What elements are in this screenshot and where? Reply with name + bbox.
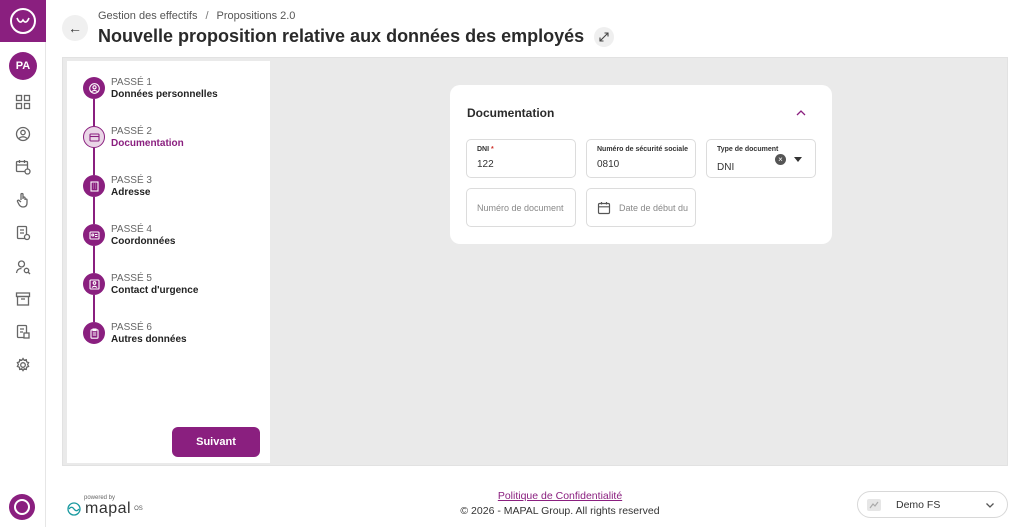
step-number: PASSÉ 5 [111, 273, 152, 284]
powered-by-logo: powered by mapal OS [66, 495, 143, 518]
page-title: Nouvelle proposition relative aux donnée… [98, 26, 585, 46]
stepper-panel: PASSÉ 1 Données personnelles PASSÉ 2 Doc… [67, 61, 270, 463]
step-number: PASSÉ 4 [111, 224, 152, 235]
side-rail: PA [0, 0, 46, 527]
step-label: Données personnelles [111, 89, 218, 100]
main-content: PASSÉ 1 Données personnelles PASSÉ 2 Doc… [62, 57, 1008, 466]
footer-center: Politique de Confidentialité © 2026 - MA… [440, 490, 680, 517]
company-name: Demo FS [896, 498, 941, 511]
step-3[interactable]: PASSÉ 3 Adresse [83, 175, 152, 199]
mapal-wave-icon [67, 502, 81, 516]
step-number: PASSÉ 6 [111, 322, 152, 333]
social-security-field[interactable]: Numéro de sécurité sociale 0810 [586, 139, 696, 178]
company-selector[interactable]: Demo FS [857, 491, 1008, 518]
step-5[interactable]: PASSÉ 5 Contact d'urgence [83, 273, 198, 297]
dni-field[interactable]: DNI * 122 [466, 139, 576, 178]
brand-name: mapal [85, 500, 132, 517]
start-date-input[interactable]: Date de début du [586, 188, 696, 227]
document-type-select[interactable]: Type de document DNI × [706, 139, 816, 178]
report-icon[interactable] [13, 322, 33, 342]
chevron-down-icon [986, 503, 994, 508]
documentation-card: Documentation DNI * 122 Numéro de sécuri… [450, 85, 832, 244]
social-security-label: Numéro de sécurité sociale [597, 146, 689, 153]
chevron-up-icon [796, 110, 806, 116]
arrow-left-icon: ← [68, 20, 82, 36]
breadcrumb-parent[interactable]: Gestion des effectifs [98, 10, 197, 22]
breadcrumb-separator: / [205, 10, 209, 22]
document-clock-icon[interactable] [13, 223, 33, 243]
breadcrumb-current[interactable]: Propositions 2.0 [217, 10, 296, 22]
dni-label: DNI [477, 146, 490, 153]
archive-icon[interactable] [13, 289, 33, 309]
step-connector [93, 148, 95, 175]
step-1[interactable]: PASSÉ 1 Données personnelles [83, 77, 218, 101]
emergency-contact-icon [83, 273, 105, 295]
document-number-input[interactable]: Numéro de document [466, 188, 576, 227]
brand-suffix: OS [134, 506, 143, 512]
step-label: Contact d'urgence [111, 285, 199, 296]
step-label: Adresse [111, 187, 151, 198]
company-icon [867, 498, 881, 511]
step-connector [93, 295, 95, 322]
collapse-button[interactable] [793, 105, 809, 121]
breadcrumb: Gestion des effectifs / Propositions 2.0 [98, 10, 295, 22]
dni-value: 122 [477, 159, 494, 170]
document-type-value: DNI [717, 162, 735, 173]
person-icon [83, 77, 105, 99]
document-type-label: Type de document [717, 146, 779, 153]
social-security-value: 0810 [597, 159, 620, 170]
clear-icon[interactable]: × [775, 154, 786, 165]
user-search-icon[interactable] [13, 257, 33, 277]
step-number: PASSÉ 3 [111, 175, 152, 186]
step-number: PASSÉ 2 [111, 126, 152, 137]
expand-icon [599, 32, 609, 42]
user-avatar[interactable]: PA [9, 52, 37, 80]
app-logo[interactable] [0, 0, 46, 42]
step-label: Coordonnées [111, 236, 176, 247]
dashboard-icon[interactable] [13, 92, 33, 112]
building-icon [83, 175, 105, 197]
contact-card-icon [83, 224, 105, 246]
logo-icon [10, 8, 36, 34]
step-label: Autres données [111, 334, 187, 345]
user-circle-icon[interactable] [13, 124, 33, 144]
step-2[interactable]: PASSÉ 2 Documentation [83, 126, 184, 150]
document-number-placeholder: Numéro de document [477, 203, 564, 213]
card-icon [83, 126, 105, 148]
start-date-placeholder: Date de début du [619, 203, 689, 213]
gear-icon[interactable] [13, 355, 33, 375]
step-6[interactable]: PASSÉ 6 Autres données [83, 322, 187, 346]
expand-button[interactable] [594, 27, 614, 47]
privacy-link[interactable]: Politique de Confidentialité [440, 490, 680, 502]
clipboard-icon [83, 322, 105, 344]
required-mark: * [491, 146, 494, 153]
step-connector [93, 197, 95, 224]
step-connector [93, 99, 95, 126]
calendar-icon[interactable] [597, 201, 611, 215]
caret-down-icon[interactable] [794, 157, 802, 162]
hand-pointer-icon[interactable] [13, 190, 33, 210]
section-title: Documentation [467, 106, 555, 120]
step-4[interactable]: PASSÉ 4 Coordonnées [83, 224, 175, 248]
calendar-clock-icon[interactable] [13, 157, 33, 177]
step-number: PASSÉ 1 [111, 77, 152, 88]
next-button[interactable]: Suivant [172, 427, 260, 457]
step-label: Documentation [111, 138, 184, 149]
back-button[interactable]: ← [62, 15, 88, 41]
assistant-icon[interactable] [9, 494, 35, 520]
copyright-text: © 2026 - MAPAL Group. All rights reserve… [460, 505, 660, 517]
step-connector [93, 246, 95, 273]
